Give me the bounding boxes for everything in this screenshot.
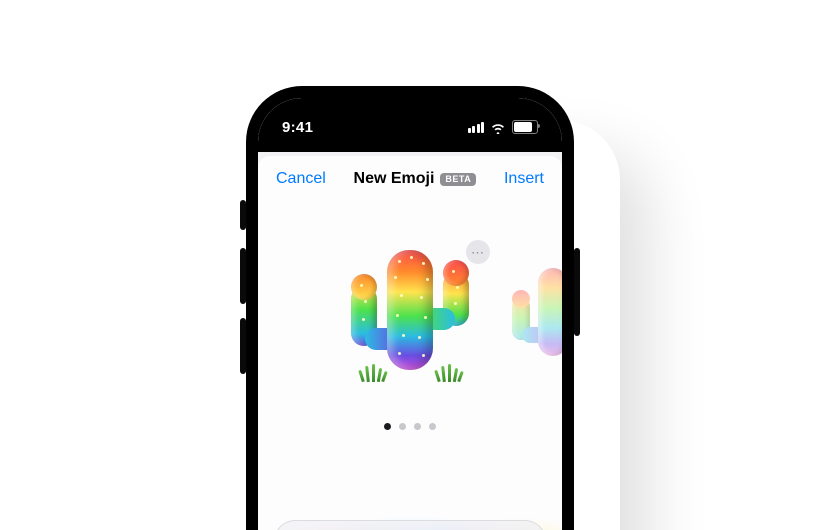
sheet-title: New Emoji (354, 170, 435, 188)
page-dot[interactable] (384, 423, 391, 430)
page-dot[interactable] (429, 423, 436, 430)
sheet-navbar: Cancel New Emoji BETA Insert (258, 156, 562, 198)
side-button (240, 200, 246, 230)
side-button (240, 318, 246, 374)
dynamic-island (360, 112, 460, 142)
cellular-icon (468, 122, 485, 133)
page-dots[interactable] (384, 423, 436, 430)
cancel-button[interactable]: Cancel (276, 170, 326, 188)
prompt-bar[interactable]: Rainbow cactus (274, 520, 546, 530)
insert-button[interactable]: Insert (504, 170, 544, 188)
page-dot[interactable] (414, 423, 421, 430)
emoji-preview-1[interactable] (340, 242, 480, 392)
phone-screen: 9:41 Cancel New Emoji BETA Insert ⋯ (258, 98, 562, 530)
side-button (574, 248, 580, 336)
battery-icon (512, 120, 538, 134)
beta-badge: BETA (440, 173, 476, 186)
emoji-carousel[interactable]: ⋯ (258, 222, 562, 442)
emoji-preview-2[interactable] (508, 264, 562, 374)
page-dot[interactable] (399, 423, 406, 430)
sheet-title-wrap: New Emoji BETA (354, 170, 477, 188)
side-button (240, 248, 246, 304)
wifi-icon (490, 121, 506, 133)
new-emoji-sheet: Cancel New Emoji BETA Insert ⋯ (258, 156, 562, 530)
